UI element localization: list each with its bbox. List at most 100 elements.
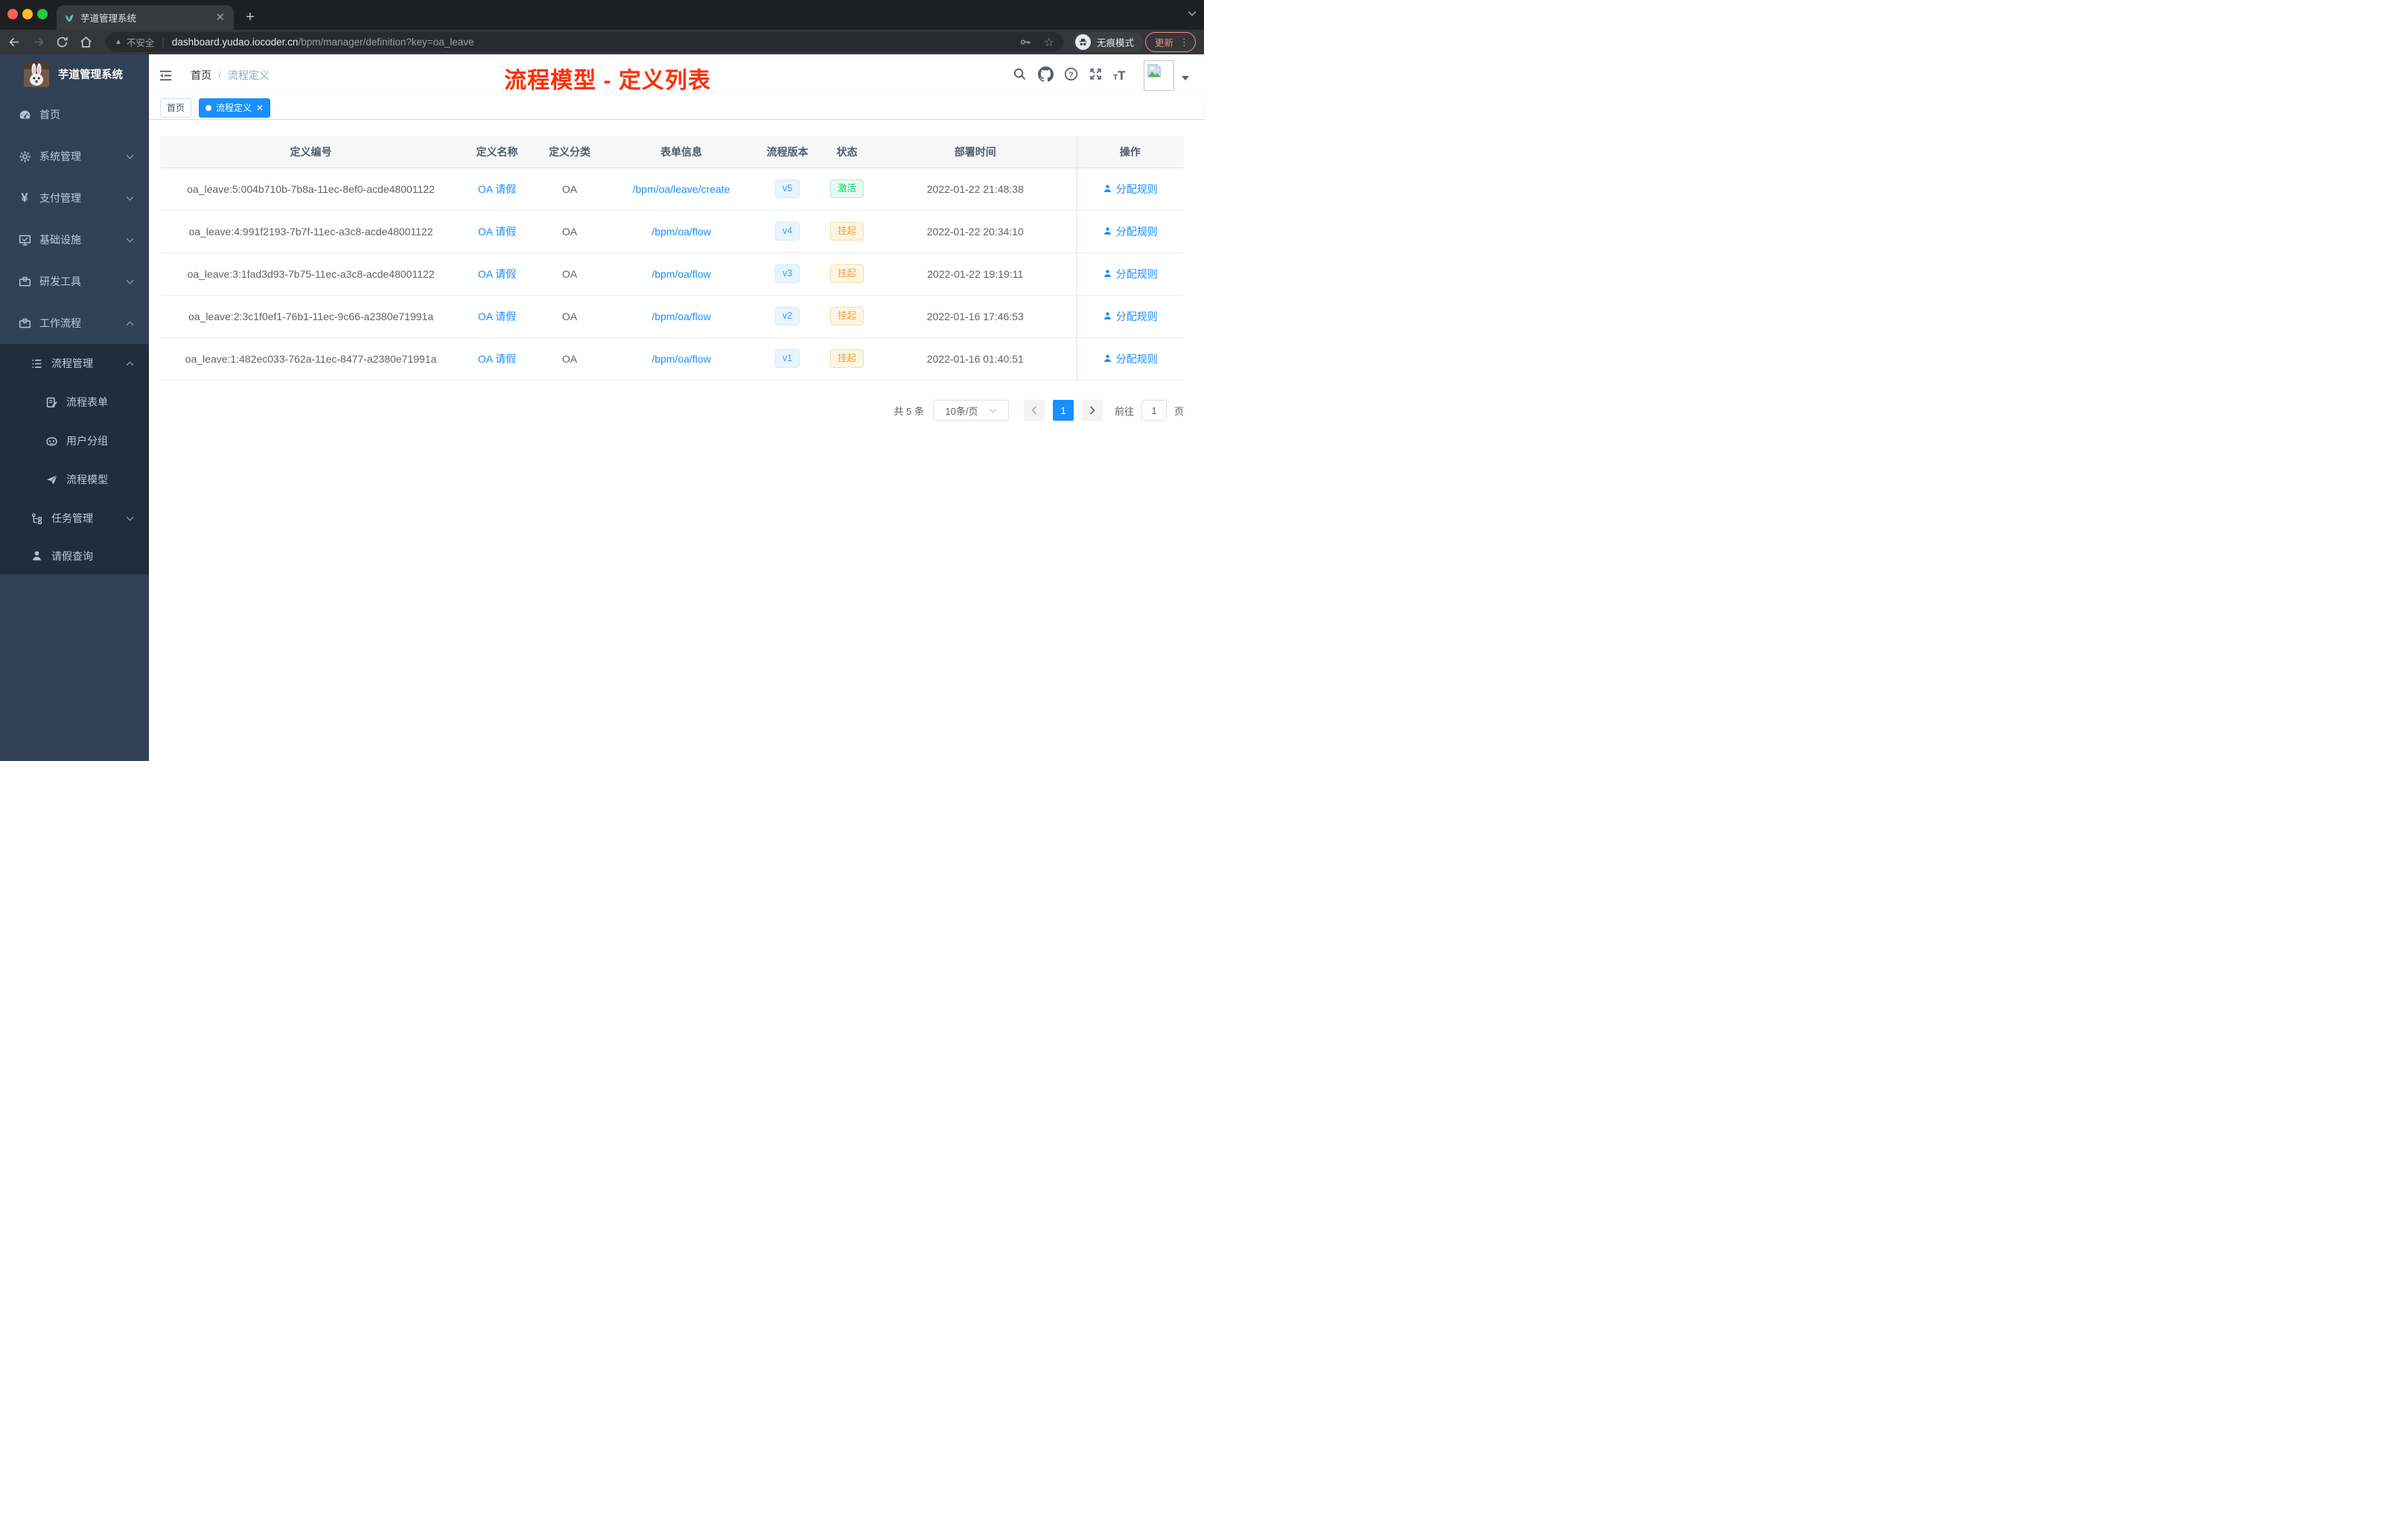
security-label[interactable]: 不安全 <box>127 35 155 49</box>
robot-icon <box>45 434 58 448</box>
incognito-badge: 无痕模式 <box>1072 32 1144 52</box>
sidebar-item-label: 用户分组 <box>66 435 108 447</box>
window-minimize-button[interactable] <box>22 9 33 19</box>
prev-page-button[interactable] <box>1023 400 1045 421</box>
form-info-link[interactable]: /bpm/oa/leave/create <box>633 183 730 195</box>
sidebar-item-label: 支付管理 <box>39 192 81 204</box>
form-icon <box>45 395 58 409</box>
hamburger-icon[interactable] <box>159 69 173 83</box>
home-icon[interactable] <box>79 35 93 49</box>
avatar-dropdown-caret-icon[interactable] <box>1182 76 1189 80</box>
pagination: 共 5 条 10条/页 1 前往 页 <box>894 400 1184 421</box>
version-badge: v3 <box>774 264 800 283</box>
url-omnibox[interactable]: ▲ 不安全 | dashboard.yudao.iocoder.cn/bpm/m… <box>106 32 1063 52</box>
sidebar-item-label: 基础设施 <box>39 234 81 246</box>
definition-name-link[interactable]: OA 请假 <box>478 226 516 238</box>
active-dot-icon <box>206 104 212 111</box>
col-definition-name: 定义名称 <box>462 136 532 168</box>
assign-rule-button[interactable]: 分配规则 <box>1103 309 1158 324</box>
assign-rule-button[interactable]: 分配规则 <box>1103 351 1158 366</box>
tab-close-icon[interactable]: ✕ <box>214 12 226 23</box>
status-badge: 挂起 <box>829 307 864 325</box>
assign-rule-button[interactable]: 分配规则 <box>1103 267 1158 281</box>
chevron-right-icon <box>1089 406 1095 415</box>
update-label[interactable]: 更新 <box>1155 35 1173 49</box>
sidebar-item-home[interactable]: 首页 <box>0 94 149 136</box>
definition-name-link[interactable]: OA 请假 <box>478 268 516 280</box>
table-row: oa_leave:4:991f2193-7b7f-11ec-a3c8-acde4… <box>160 210 1184 253</box>
sidebar-item-workflow[interactable]: 工作流程 <box>0 302 149 344</box>
definition-category: OA <box>532 295 607 338</box>
user-avatar[interactable] <box>1144 60 1174 91</box>
browser-menu-kebab-icon[interactable]: ⋮ <box>1179 36 1189 48</box>
sidebar-item-process-model[interactable]: 流程模型 <box>0 460 149 499</box>
page-number-active[interactable]: 1 <box>1052 400 1074 421</box>
tag-home[interactable]: 首页 <box>160 98 192 118</box>
status-badge: 挂起 <box>829 349 864 368</box>
breadcrumb-home[interactable]: 首页 <box>191 69 211 81</box>
sidebar-item-process-form[interactable]: 流程表单 <box>0 383 149 421</box>
next-page-button[interactable] <box>1081 400 1103 421</box>
new-tab-button[interactable]: + <box>246 7 255 28</box>
key-icon[interactable] <box>1019 36 1032 48</box>
goto-page-input[interactable] <box>1141 400 1167 421</box>
sidebar-item-system[interactable]: 系统管理 <box>0 136 149 177</box>
definition-id: oa_leave:3:1fad3d93-7b75-11ec-a3c8-acde4… <box>160 252 462 296</box>
form-info-link[interactable]: /bpm/oa/flow <box>652 226 710 238</box>
font-size-icon[interactable]: TT <box>1113 69 1126 82</box>
tab-search-chevron-icon[interactable] <box>1188 10 1197 16</box>
sidebar-item-payment[interactable]: ¥ 支付管理 <box>0 177 149 219</box>
help-icon[interactable]: ? <box>1064 67 1078 81</box>
sidebar-logo-row[interactable]: 芋道管理系统 <box>0 54 149 94</box>
form-info-link[interactable]: /bpm/oa/flow <box>652 353 710 365</box>
tree-list-icon <box>30 357 43 370</box>
assign-rule-button[interactable]: 分配规则 <box>1103 224 1158 239</box>
definition-name-link[interactable]: OA 请假 <box>478 311 516 322</box>
sidebar-item-devtools[interactable]: 研发工具 <box>0 261 149 302</box>
deploy-time: 2022-01-22 20:34:10 <box>875 210 1076 253</box>
tag-close-icon[interactable]: ✕ <box>256 104 264 112</box>
form-info-link[interactable]: /bpm/oa/flow <box>652 268 710 280</box>
table-row: oa_leave:3:1fad3d93-7b75-11ec-a3c8-acde4… <box>160 252 1184 296</box>
url-path: /bpm/manager/definition?key=oa_leave <box>298 36 474 48</box>
sidebar-item-user-group[interactable]: 用户分组 <box>0 421 149 460</box>
sidebar-item-infrastructure[interactable]: 基础设施 <box>0 219 149 261</box>
assign-rule-button[interactable]: 分配规则 <box>1103 182 1158 197</box>
definition-id: oa_leave:1:482ec033-762a-11ec-8477-a2380… <box>160 337 462 380</box>
tag-process-definition[interactable]: 流程定义 ✕ <box>199 98 271 118</box>
form-info-link[interactable]: /bpm/oa/flow <box>652 311 710 322</box>
reload-icon[interactable] <box>55 35 69 49</box>
page-size-select[interactable]: 10条/页 <box>932 400 1009 421</box>
back-icon[interactable] <box>7 35 22 49</box>
forward-icon[interactable] <box>31 35 45 49</box>
sidebar-item-label: 流程表单 <box>66 396 108 408</box>
window-zoom-button[interactable] <box>37 9 48 19</box>
definition-table: 定义编号 定义名称 定义分类 表单信息 流程版本 状态 部署时间 操作 oa_l… <box>160 136 1184 380</box>
paper-plane-icon <box>45 473 58 486</box>
bookmark-star-icon[interactable]: ☆ <box>1044 35 1054 50</box>
sidebar-item-label: 请假查询 <box>51 550 93 562</box>
incognito-icon <box>1075 34 1091 50</box>
breadcrumb-separator: / <box>218 69 221 81</box>
col-deploy-time: 部署时间 <box>875 136 1076 168</box>
sidebar-item-label: 首页 <box>39 109 60 121</box>
window-close-button[interactable] <box>7 9 18 19</box>
search-icon[interactable] <box>1013 67 1027 81</box>
fullscreen-icon[interactable] <box>1089 67 1103 81</box>
user-icon <box>30 550 43 563</box>
sidebar-item-task-management[interactable]: 任务管理 <box>0 499 149 538</box>
definition-category: OA <box>532 210 607 253</box>
dashboard-icon <box>18 108 31 121</box>
github-icon[interactable] <box>1038 66 1054 82</box>
sidebar-item-process-management[interactable]: 流程管理 <box>0 344 149 383</box>
leaf-icon <box>64 13 74 23</box>
url-host: dashboard.yudao.iocoder.cn <box>171 36 299 48</box>
sidebar-item-leave-query[interactable]: 请假查询 <box>0 538 149 574</box>
table-row: oa_leave:1:482ec033-762a-11ec-8477-a2380… <box>160 337 1184 380</box>
chevron-down-icon <box>126 516 134 521</box>
browser-tab[interactable]: 芋道管理系统 ✕ <box>57 5 234 30</box>
table-header-row: 定义编号 定义名称 定义分类 表单信息 流程版本 状态 部署时间 操作 <box>160 136 1184 168</box>
definition-name-link[interactable]: OA 请假 <box>478 353 516 365</box>
definition-name-link[interactable]: OA 请假 <box>478 183 516 195</box>
browser-update-button[interactable]: 更新 ⋮ <box>1145 32 1197 52</box>
